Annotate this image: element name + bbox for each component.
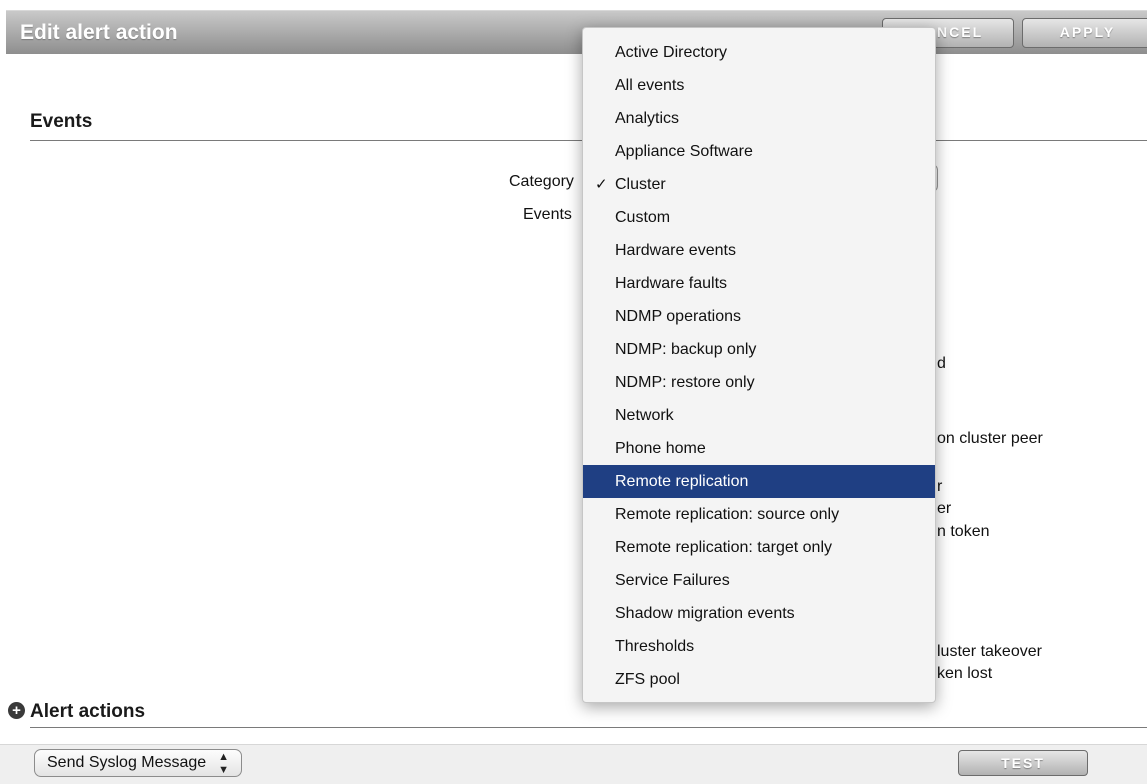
dropdown-item-highlighted[interactable]: Remote replication (583, 465, 935, 498)
event-item: n token (937, 523, 990, 540)
dropdown-item[interactable]: Hardware events (583, 234, 935, 267)
dropdown-item-selected[interactable]: ✓ Cluster (583, 168, 935, 201)
apply-button[interactable]: APPLY (1022, 18, 1147, 48)
event-item: ken lost (937, 665, 993, 682)
dropdown-item[interactable]: Remote replication: target only (583, 531, 935, 564)
select-arrows-icon: ▲ ▼ (218, 751, 229, 776)
alert-actions-divider (30, 727, 1147, 728)
dropdown-item-label: NDMP: restore only (615, 374, 755, 391)
dropdown-item-label: NDMP: backup only (615, 341, 757, 358)
dropdown-item[interactable]: NDMP: restore only (583, 366, 935, 399)
category-label: Category (509, 173, 574, 190)
dropdown-item-label: Custom (615, 209, 671, 226)
dropdown-item[interactable]: Service Failures (583, 564, 935, 597)
dropdown-item-label: Remote replication: target only (615, 539, 832, 556)
event-item: er (937, 500, 952, 517)
dropdown-item[interactable]: Remote replication: source only (583, 498, 935, 531)
event-item: d (937, 355, 946, 372)
dropdown-item[interactable]: Network (583, 399, 935, 432)
dropdown-item-label: Appliance Software (615, 143, 753, 160)
dropdown-item-label: Service Failures (615, 572, 730, 589)
dropdown-item[interactable]: Analytics (583, 102, 935, 135)
dropdown-item[interactable]: Hardware faults (583, 267, 935, 300)
dropdown-item[interactable]: ZFS pool (583, 663, 935, 696)
dropdown-item-label: Shadow migration events (615, 605, 795, 622)
dropdown-item[interactable]: Thresholds (583, 630, 935, 663)
dropdown-item[interactable]: Custom (583, 201, 935, 234)
dropdown-item-label: Active Directory (615, 44, 728, 61)
dialog-header: Edit alert action CANCEL APPLY (6, 10, 1147, 54)
events-section-title: Events (30, 111, 93, 132)
dropdown-item[interactable]: Appliance Software (583, 135, 935, 168)
dropdown-item[interactable]: All events (583, 69, 935, 102)
dropdown-item-label: Thresholds (615, 638, 695, 655)
event-item: on cluster peer (937, 430, 1043, 447)
events-label: Events (523, 206, 572, 223)
dropdown-item-label: Remote replication: source only (615, 506, 840, 523)
test-button[interactable]: TEST (958, 750, 1088, 776)
dropdown-item[interactable]: NDMP: backup only (583, 333, 935, 366)
alert-action-select-value: Send Syslog Message (47, 754, 207, 771)
dropdown-item[interactable]: Phone home (583, 432, 935, 465)
checkmark-icon: ✓ (595, 176, 608, 193)
dropdown-item-label: NDMP operations (615, 308, 741, 325)
dropdown-item-label: Analytics (615, 110, 680, 127)
alert-action-select[interactable]: Send Syslog Message ▲ ▼ (34, 749, 242, 777)
dropdown-item-label: Network (615, 407, 674, 424)
dialog-title: Edit alert action (20, 21, 178, 44)
dropdown-item[interactable]: NDMP operations (583, 300, 935, 333)
dropdown-item-label: Remote replication (615, 473, 749, 490)
dropdown-item-label: Cluster (615, 176, 666, 193)
plus-circle-icon[interactable]: + (8, 702, 25, 719)
dropdown-item-label: Phone home (615, 440, 706, 457)
dropdown-item-label: ZFS pool (615, 671, 680, 688)
event-item: r (937, 478, 943, 495)
dropdown-item[interactable]: Shadow migration events (583, 597, 935, 630)
alert-actions-title: Alert actions (30, 701, 146, 722)
dropdown-item-label: Hardware events (615, 242, 736, 259)
event-item: luster takeover (937, 643, 1042, 660)
category-dropdown-menu: Active Directory All events Analytics Ap… (582, 27, 936, 703)
dropdown-item[interactable]: Active Directory (583, 36, 935, 69)
dropdown-item-label: Hardware faults (615, 275, 728, 292)
dropdown-item-label: All events (615, 77, 685, 94)
